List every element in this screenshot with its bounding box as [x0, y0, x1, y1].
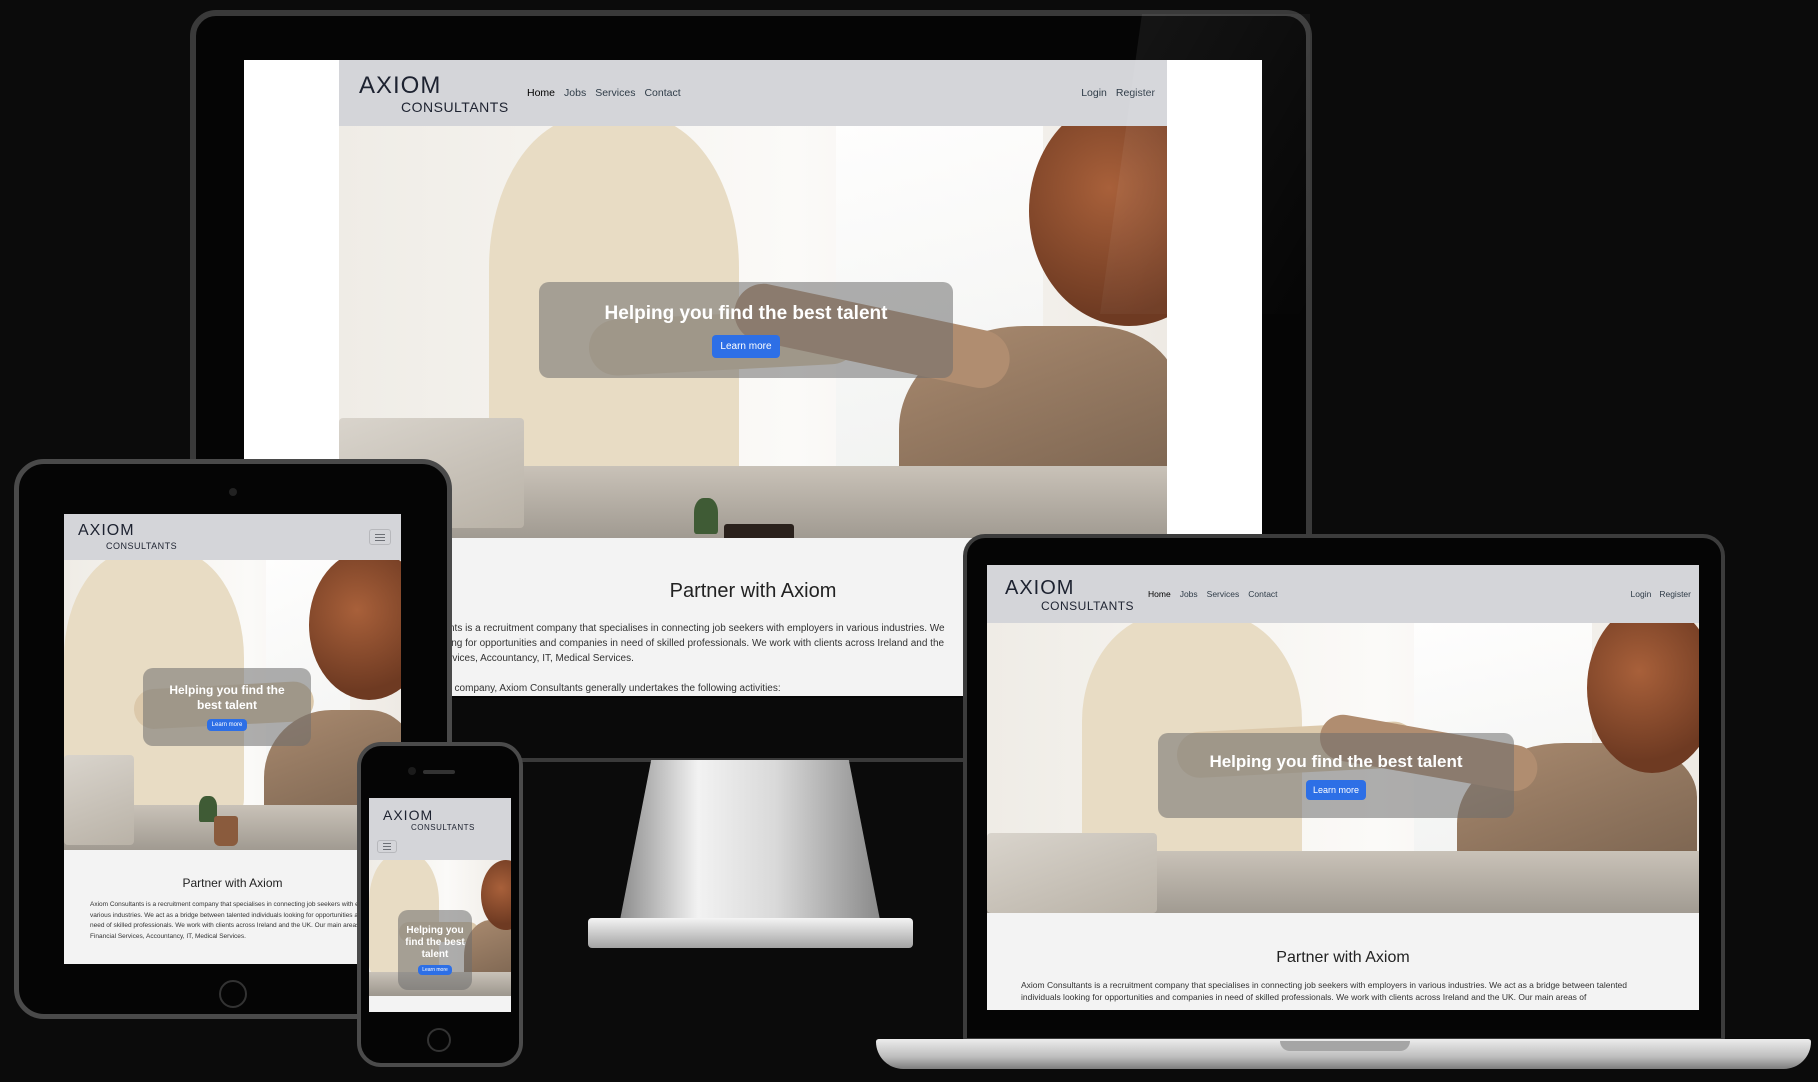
tablet-about-section: Partner with Axiom Axiom Consultants is …: [64, 850, 401, 964]
site-navbar: AXIOM CONSULTANTS Home Jobs Services Con…: [339, 60, 1167, 126]
laptop-hero-card: Helping you find the best talent Learn m…: [1158, 733, 1514, 818]
learn-more-button[interactable]: Learn more: [712, 334, 780, 358]
phone-logo[interactable]: AXIOM CONSULTANTS: [383, 808, 483, 838]
phone-speaker: [423, 770, 455, 774]
imac-stand: [620, 760, 880, 920]
laptop-navbar: AXIOM CONSULTANTS Home Jobs Services Con…: [987, 565, 1699, 623]
tablet-hero-image: Helping you find the best talent Learn m…: [64, 560, 401, 850]
tablet-hero-heading: Helping you find the best talent: [169, 683, 285, 712]
phone-hero-card: Helping you find the best talent Learn m…: [398, 910, 472, 990]
hamburger-icon[interactable]: [369, 529, 391, 545]
laptop-hero-image: Helping you find the best talent Learn m…: [987, 623, 1699, 913]
nav-contact[interactable]: Contact: [644, 87, 680, 99]
nav-links: Home Jobs Services Contact: [527, 87, 681, 99]
laptop-nav-register[interactable]: Register: [1659, 589, 1691, 599]
tablet-screen: AXIOM CONSULTANTS Helping you find the b…: [64, 514, 401, 964]
imac-stand-base: [588, 918, 913, 948]
laptop-nav-login[interactable]: Login: [1631, 589, 1652, 599]
tablet-about-paragraph: Axiom Consultants is a recruitment compa…: [90, 901, 401, 940]
phone-hero-heading: Helping you find the best talent: [405, 925, 465, 960]
phone-screen: AXIOM CONSULTANTS Helping you find the b…: [369, 798, 511, 1012]
laptop-about-paragraph: Axiom Consultants is a recruitment compa…: [1021, 980, 1628, 1002]
phone-navbar: AXIOM CONSULTANTS: [369, 798, 511, 860]
laptop-hero-heading: Helping you find the best talent: [1209, 751, 1463, 771]
hero-image: Helping you find the best talent Learn m…: [339, 126, 1167, 538]
tablet-camera: [229, 488, 237, 496]
laptop-notch: [1280, 1041, 1410, 1051]
phone-home-button: [427, 1028, 451, 1052]
phone-learn-more-button[interactable]: Learn more: [418, 965, 452, 975]
laptop-nav-contact[interactable]: Contact: [1248, 589, 1277, 599]
tablet-learn-more-button[interactable]: Learn more: [206, 719, 248, 731]
laptop-nav-auth: Login Register: [1631, 589, 1691, 599]
laptop-screen: AXIOM CONSULTANTS Home Jobs Services Con…: [987, 565, 1699, 1010]
tablet-hero-card: Helping you find the best talent Learn m…: [143, 668, 311, 746]
tablet-section-title: Partner with Axiom: [182, 876, 283, 890]
phone-camera: [408, 767, 416, 775]
phone-hamburger-icon[interactable]: [377, 840, 397, 853]
laptop-nav-jobs[interactable]: Jobs: [1180, 589, 1198, 599]
site-logo[interactable]: AXIOM CONSULTANTS: [359, 70, 509, 116]
tablet-home-button: [219, 980, 247, 1008]
laptop-nav-links: Home Jobs Services Contact: [1148, 589, 1278, 599]
laptop-nav-services[interactable]: Services: [1207, 589, 1240, 599]
laptop-about-section: Partner with Axiom Axiom Consultants is …: [987, 913, 1699, 1010]
phone-about-section: [369, 996, 511, 1012]
hero-heading: Helping you find the best talent: [604, 302, 888, 324]
tablet-logo[interactable]: AXIOM CONSULTANTS: [78, 521, 178, 553]
laptop-section-title: Partner with Axiom: [1276, 949, 1410, 966]
nav-home[interactable]: Home: [527, 87, 555, 99]
laptop-logo[interactable]: AXIOM CONSULTANTS: [1005, 574, 1135, 614]
nav-jobs[interactable]: Jobs: [564, 87, 586, 99]
hero-card: Helping you find the best talent Learn m…: [539, 282, 953, 378]
nav-services[interactable]: Services: [595, 87, 635, 99]
laptop-learn-more-button[interactable]: Learn more: [1305, 779, 1367, 800]
nav-login[interactable]: Login: [1081, 87, 1107, 99]
phone-hero-image: Helping you find the best talent Learn m…: [369, 860, 511, 996]
laptop-nav-home[interactable]: Home: [1148, 589, 1171, 599]
tablet-navbar: AXIOM CONSULTANTS: [64, 514, 401, 560]
